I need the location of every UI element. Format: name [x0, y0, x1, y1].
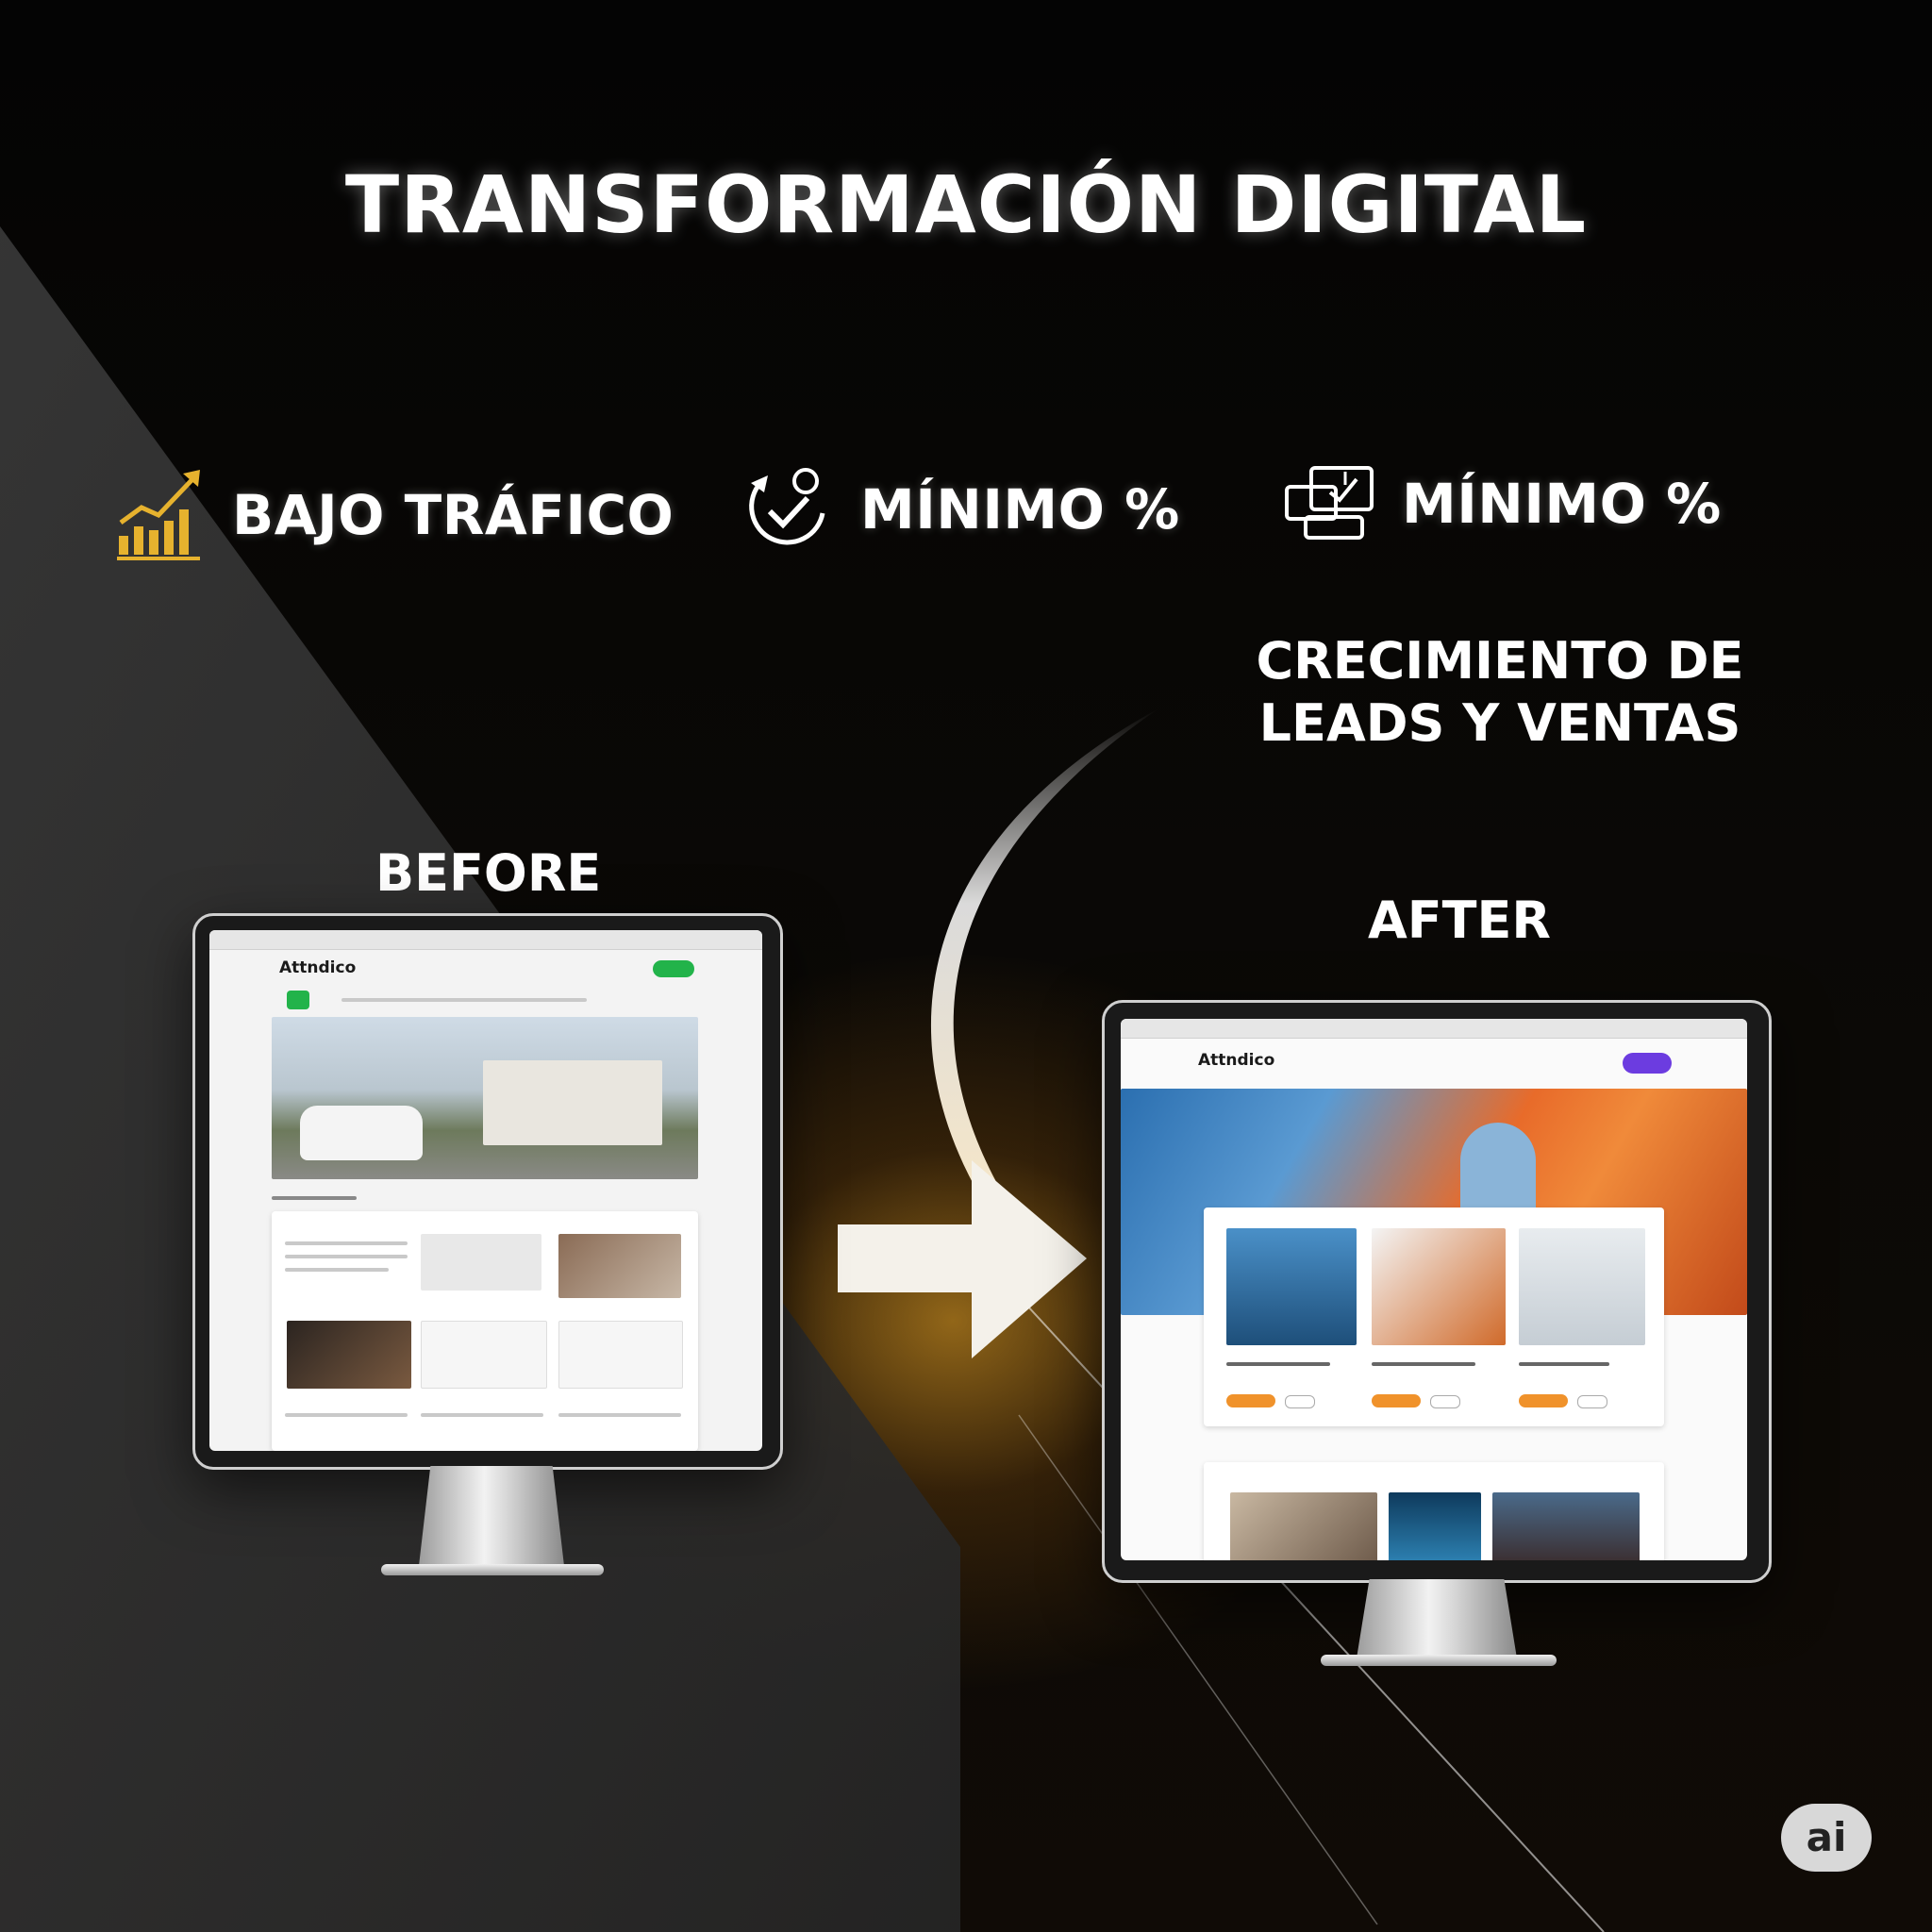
after-card-image-2	[1372, 1228, 1506, 1345]
metric-engagement-label: MÍNIMO %	[1402, 472, 1722, 536]
canvas: TRANSFORMACIÓN DIGITAL BAJO TRÁFICO MÍNI…	[0, 0, 1932, 1932]
after-card-link-3[interactable]	[1577, 1395, 1607, 1408]
after-gallery-image-2	[1389, 1492, 1481, 1560]
before-text-line	[558, 1413, 681, 1417]
before-hero-building	[483, 1060, 662, 1145]
transition-arrow-icon	[838, 1160, 1087, 1358]
after-card-image-1	[1226, 1228, 1357, 1345]
after-card-title-3	[1519, 1362, 1609, 1366]
after-card-title-2	[1372, 1362, 1475, 1366]
after-card-link-2[interactable]	[1430, 1395, 1460, 1408]
metric-conversion: MÍNIMO %	[741, 464, 1180, 555]
before-office-image	[287, 1321, 411, 1389]
after-gallery-image-3	[1492, 1492, 1640, 1560]
rising-bar-chart-icon	[117, 468, 204, 562]
browser-address-bar	[209, 930, 762, 950]
screen-analytics-icon	[1283, 464, 1375, 543]
ai-badge: ai	[1781, 1804, 1872, 1872]
before-monitor-base	[381, 1564, 604, 1575]
metric-traffic-label: BAJO TRÁFICO	[232, 483, 675, 547]
before-list-image	[558, 1321, 683, 1389]
growth-line-2: LEADS Y VENTAS	[1258, 693, 1741, 753]
after-label: AFTER	[1368, 891, 1551, 950]
metric-engagement: MÍNIMO %	[1283, 464, 1722, 543]
before-hero-car	[300, 1106, 423, 1160]
after-site-cta[interactable]	[1623, 1053, 1672, 1074]
metric-conversion-label: MÍNIMO %	[860, 477, 1180, 541]
before-label: BEFORE	[375, 843, 602, 903]
before-section-title	[272, 1196, 357, 1200]
after-site-screen: Attndico	[1121, 1019, 1747, 1560]
before-cafe-image	[558, 1234, 681, 1298]
after-monitor-stand	[1357, 1579, 1517, 1658]
before-laptop-image	[421, 1234, 541, 1291]
after-card-button-2[interactable]	[1372, 1394, 1421, 1407]
after-gallery-image-1	[1230, 1492, 1377, 1560]
growth-line-1: CRECIMIENTO DE	[1256, 631, 1744, 691]
before-text-line	[421, 1413, 543, 1417]
after-card-image-3	[1519, 1228, 1645, 1345]
before-site-cta[interactable]	[653, 960, 694, 977]
after-card-button-1[interactable]	[1226, 1394, 1275, 1407]
before-monitor-stand	[419, 1466, 564, 1566]
browser-address-bar	[1121, 1019, 1747, 1039]
before-site-badge	[287, 991, 309, 1009]
after-monitor-base	[1321, 1655, 1557, 1666]
before-site-screen: Attndico	[209, 930, 762, 1451]
before-site-nav	[341, 998, 587, 1002]
before-text-line	[285, 1255, 408, 1258]
circular-check-icon	[741, 464, 832, 555]
before-text-line	[285, 1268, 389, 1272]
growth-text: CRECIMIENTO DE LEADS Y VENTAS	[1255, 630, 1745, 755]
after-site-logo: Attndico	[1198, 1051, 1275, 1070]
before-site-logo: Attndico	[279, 958, 357, 977]
page-title: TRANSFORMACIÓN DIGITAL	[344, 158, 1588, 251]
after-card-title-1	[1226, 1362, 1330, 1366]
after-card-link-1[interactable]	[1285, 1395, 1315, 1408]
after-card-button-3[interactable]	[1519, 1394, 1568, 1407]
before-text-line	[285, 1241, 408, 1245]
before-text-line	[285, 1413, 408, 1417]
before-form-image	[421, 1321, 547, 1389]
metric-traffic: BAJO TRÁFICO	[117, 468, 674, 562]
